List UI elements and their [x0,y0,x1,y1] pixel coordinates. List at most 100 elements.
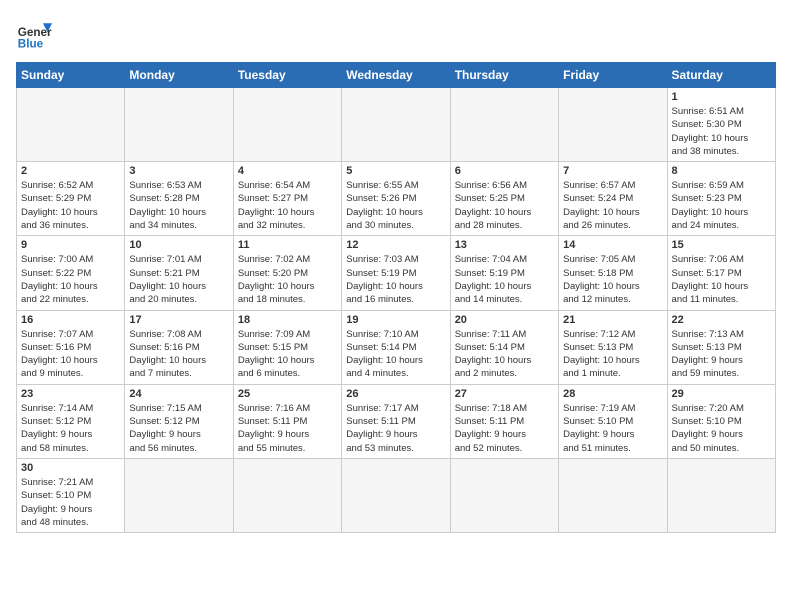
day-number: 1 [672,91,771,103]
weekday-header-friday: Friday [559,63,667,88]
day-number: 29 [672,388,771,400]
calendar-day-empty [17,88,125,162]
day-number: 15 [672,239,771,251]
day-info: Sunrise: 7:10 AMSunset: 5:14 PMDaylight:… [346,328,445,381]
svg-text:Blue: Blue [18,38,44,51]
day-info: Sunrise: 7:13 AMSunset: 5:13 PMDaylight:… [672,328,771,381]
calendar-day-3: 3Sunrise: 6:53 AMSunset: 5:28 PMDaylight… [125,162,233,236]
day-info: Sunrise: 7:17 AMSunset: 5:11 PMDaylight:… [346,402,445,455]
day-info: Sunrise: 7:14 AMSunset: 5:12 PMDaylight:… [21,402,120,455]
calendar-day-29: 29 Sunrise: 7:20 AMSunset: 5:10 PMDayligh… [667,384,775,458]
day-info: Sunrise: 7:16 AMSunset: 5:11 PMDaylight:… [238,402,337,455]
day-info: Sunrise: 7:11 AMSunset: 5:14 PMDaylight:… [455,328,554,381]
calendar-day-empty [342,88,450,162]
day-info: Sunrise: 6:53 AMSunset: 5:28 PMDaylight:… [129,179,228,232]
day-info: Sunrise: 7:15 AMSunset: 5:12 PMDaylight:… [129,402,228,455]
calendar-day-empty [559,88,667,162]
day-info: Sunrise: 7:18 AMSunset: 5:11 PMDaylight:… [455,402,554,455]
calendar-day-14: 14 Sunrise: 7:05 AMSunset: 5:18 PMDayligh… [559,236,667,310]
calendar-day-20: 20Sunrise: 7:11 AMSunset: 5:14 PMDayligh… [450,310,558,384]
day-number: 10 [129,239,228,251]
day-info: Sunrise: 6:56 AMSunset: 5:25 PMDaylight:… [455,179,554,232]
calendar-week-row: 16Sunrise: 7:07 AMSunset: 5:16 PMDayligh… [17,310,776,384]
calendar-day-2: 2Sunrise: 6:52 AMSunset: 5:29 PMDaylight… [17,162,125,236]
weekday-header-saturday: Saturday [667,63,775,88]
day-number: 26 [346,388,445,400]
day-number: 7 [563,165,662,177]
day-number: 22 [672,314,771,326]
calendar-day-empty [125,88,233,162]
day-number: 30 [21,462,120,474]
calendar-day-empty [233,458,341,532]
weekday-header-row: SundayMondayTuesdayWednesdayThursdayFrid… [17,63,776,88]
day-number: 16 [21,314,120,326]
day-info: Sunrise: 7:05 AMSunset: 5:18 PMDaylight:… [563,253,662,306]
day-number: 11 [238,239,337,251]
weekday-header-sunday: Sunday [17,63,125,88]
day-number: 21 [563,314,662,326]
weekday-header-tuesday: Tuesday [233,63,341,88]
calendar-day-26: 26 Sunrise: 7:17 AMSunset: 5:11 PMDayligh… [342,384,450,458]
day-info: Sunrise: 7:09 AMSunset: 5:15 PMDaylight:… [238,328,337,381]
day-number: 2 [21,165,120,177]
day-info: Sunrise: 6:55 AMSunset: 5:26 PMDaylight:… [346,179,445,232]
calendar-day-7: 7 Sunrise: 6:57 AMSunset: 5:24 PMDaylight… [559,162,667,236]
logo-icon: General Blue [16,16,52,52]
day-number: 12 [346,239,445,251]
calendar-week-row: 23 Sunrise: 7:14 AMSunset: 5:12 PMDayligh… [17,384,776,458]
calendar-day-24: 24 Sunrise: 7:15 AMSunset: 5:12 PMDayligh… [125,384,233,458]
calendar-week-row: 2Sunrise: 6:52 AMSunset: 5:29 PMDaylight… [17,162,776,236]
calendar-week-row: 30 Sunrise: 7:21 AMSunset: 5:10 PMDayligh… [17,458,776,532]
weekday-header-monday: Monday [125,63,233,88]
day-number: 27 [455,388,554,400]
calendar-day-19: 19 Sunrise: 7:10 AMSunset: 5:14 PMDayligh… [342,310,450,384]
calendar-day-empty [559,458,667,532]
weekday-header-wednesday: Wednesday [342,63,450,88]
calendar-day-28: 28Sunrise: 7:19 AMSunset: 5:10 PMDayligh… [559,384,667,458]
calendar-day-21: 21 Sunrise: 7:12 AMSunset: 5:13 PMDayligh… [559,310,667,384]
calendar-day-13: 13Sunrise: 7:04 AMSunset: 5:19 PMDayligh… [450,236,558,310]
day-number: 4 [238,165,337,177]
day-info: Sunrise: 6:54 AMSunset: 5:27 PMDaylight:… [238,179,337,232]
calendar-day-17: 17 Sunrise: 7:08 AMSunset: 5:16 PMDayligh… [125,310,233,384]
calendar-day-6: 6 Sunrise: 6:56 AMSunset: 5:25 PMDaylight… [450,162,558,236]
logo: General Blue [16,16,52,52]
calendar-day-5: 5Sunrise: 6:55 AMSunset: 5:26 PMDaylight… [342,162,450,236]
day-info: Sunrise: 6:57 AMSunset: 5:24 PMDaylight:… [563,179,662,232]
day-info: Sunrise: 7:00 AMSunset: 5:22 PMDaylight:… [21,253,120,306]
calendar-day-18: 18Sunrise: 7:09 AMSunset: 5:15 PMDayligh… [233,310,341,384]
calendar-day-empty [233,88,341,162]
calendar-day-22: 22 Sunrise: 7:13 AMSunset: 5:13 PMDayligh… [667,310,775,384]
day-info: Sunrise: 6:59 AMSunset: 5:23 PMDaylight:… [672,179,771,232]
day-number: 23 [21,388,120,400]
calendar-day-empty [667,458,775,532]
day-number: 24 [129,388,228,400]
calendar-day-1: 1Sunrise: 6:51 AMSunset: 5:30 PMDaylight… [667,88,775,162]
day-number: 13 [455,239,554,251]
day-info: Sunrise: 7:21 AMSunset: 5:10 PMDaylight:… [21,476,120,529]
day-number: 9 [21,239,120,251]
calendar-day-25: 25Sunrise: 7:16 AMSunset: 5:11 PMDayligh… [233,384,341,458]
calendar-day-empty [450,88,558,162]
calendar-day-8: 8 Sunrise: 6:59 AMSunset: 5:23 PMDaylight… [667,162,775,236]
calendar-day-9: 9 Sunrise: 7:00 AMSunset: 5:22 PMDaylight… [17,236,125,310]
calendar-day-11: 11Sunrise: 7:02 AMSunset: 5:20 PMDayligh… [233,236,341,310]
calendar-day-23: 23 Sunrise: 7:14 AMSunset: 5:12 PMDayligh… [17,384,125,458]
calendar-day-16: 16Sunrise: 7:07 AMSunset: 5:16 PMDayligh… [17,310,125,384]
calendar-day-27: 27 Sunrise: 7:18 AMSunset: 5:11 PMDayligh… [450,384,558,458]
day-number: 8 [672,165,771,177]
day-number: 14 [563,239,662,251]
day-number: 17 [129,314,228,326]
day-info: Sunrise: 7:08 AMSunset: 5:16 PMDaylight:… [129,328,228,381]
calendar-day-30: 30 Sunrise: 7:21 AMSunset: 5:10 PMDayligh… [17,458,125,532]
header: General Blue [16,16,776,52]
day-info: Sunrise: 7:06 AMSunset: 5:17 PMDaylight:… [672,253,771,306]
day-number: 6 [455,165,554,177]
day-info: Sunrise: 7:12 AMSunset: 5:13 PMDaylight:… [563,328,662,381]
day-info: Sunrise: 7:01 AMSunset: 5:21 PMDaylight:… [129,253,228,306]
calendar-day-10: 10 Sunrise: 7:01 AMSunset: 5:21 PMDayligh… [125,236,233,310]
day-info: Sunrise: 7:03 AMSunset: 5:19 PMDaylight:… [346,253,445,306]
day-info: Sunrise: 7:20 AMSunset: 5:10 PMDaylight:… [672,402,771,455]
day-number: 19 [346,314,445,326]
calendar-day-empty [342,458,450,532]
